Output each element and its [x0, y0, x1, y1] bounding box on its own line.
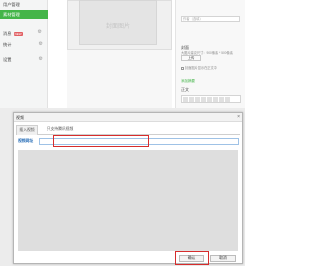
cancel-button-label: 取消	[219, 256, 227, 260]
sidebar-item-label: 设置	[3, 57, 12, 62]
video-url-label: 视频网址	[18, 139, 34, 143]
confirm-button-label: 确认	[187, 256, 196, 260]
toolbar-icon[interactable]	[219, 97, 224, 102]
checkbox-icon	[181, 66, 184, 70]
close-icon[interactable]: ×	[237, 114, 240, 120]
confirm-button[interactable]: 确认	[179, 255, 204, 262]
tab-tencent-only[interactable]: 只支持腾讯视频	[41, 125, 79, 135]
add-summary-link[interactable]: 添加摘要	[181, 79, 195, 84]
video-dialog: 视频 × 插入视频 只支持腾讯视频 视频网址 确认 取消	[13, 112, 243, 264]
show-cover-checkbox[interactable]: 封面图片显示在正文中	[181, 65, 217, 70]
sidebar-item-material-management[interactable]: 素材管理	[0, 10, 48, 19]
video-url-row: 视频网址	[16, 137, 240, 146]
sidebar-item-label: 素材管理	[3, 12, 20, 17]
tab-insert-video[interactable]: 插入视频	[16, 125, 38, 135]
body-label: 正文	[181, 87, 189, 92]
sidebar-item-statistics[interactable]: 统计 ⚙	[0, 40, 48, 49]
author-field-placeholder: 作者（选填）	[183, 17, 203, 21]
new-badge: NEW	[13, 31, 23, 36]
toolbar-icon[interactable]	[195, 97, 200, 102]
show-cover-label: 封面图片显示在正文中	[185, 66, 217, 70]
cover-image-placeholder: 封面图片	[79, 0, 157, 45]
gear-icon: ⚙	[38, 41, 43, 47]
toolbar-icon[interactable]	[213, 97, 218, 102]
dialog-title: 视频	[16, 115, 24, 120]
cancel-button[interactable]: 取消	[210, 255, 236, 262]
tab-label: 只支持腾讯视频	[46, 127, 74, 131]
sidebar-item-settings[interactable]: 设置 ⚙	[0, 55, 48, 64]
dialog-header: 视频 ×	[14, 113, 242, 122]
gear-icon: ⚙	[38, 56, 43, 62]
author-field[interactable]: 作者（选填）	[181, 16, 240, 22]
dialog-tabs: 插入视频 只支持腾讯视频	[16, 125, 240, 135]
toolbar-icon[interactable]	[189, 97, 194, 102]
sidebar-item-user-management[interactable]: 用户管理	[0, 0, 48, 9]
editor-lower-area	[67, 50, 172, 108]
upload-button-label: 上传	[187, 56, 195, 60]
cover-placeholder-text: 封面图片	[105, 24, 130, 30]
sidebar-item-label: 用户管理	[3, 2, 20, 7]
toolbar-icon[interactable]	[225, 97, 230, 102]
sidebar: 用户管理 素材管理 消息 NEW 统计 ⚙ 设置 ⚙ ⚙	[0, 0, 48, 108]
toolbar-icon[interactable]	[201, 97, 206, 102]
sidebar-item-label: 消息	[3, 31, 12, 36]
toolbar-icon[interactable]	[207, 97, 212, 102]
upload-button[interactable]: 上传	[181, 55, 201, 61]
video-url-input[interactable]	[39, 138, 239, 145]
toolbar-icon[interactable]	[183, 97, 188, 102]
rich-text-toolbar	[181, 95, 241, 103]
tab-label: 插入视频	[19, 128, 35, 132]
gear-icon: ⚙	[37, 29, 42, 35]
video-preview-area	[18, 150, 238, 251]
sidebar-item-label: 统计	[3, 42, 12, 47]
